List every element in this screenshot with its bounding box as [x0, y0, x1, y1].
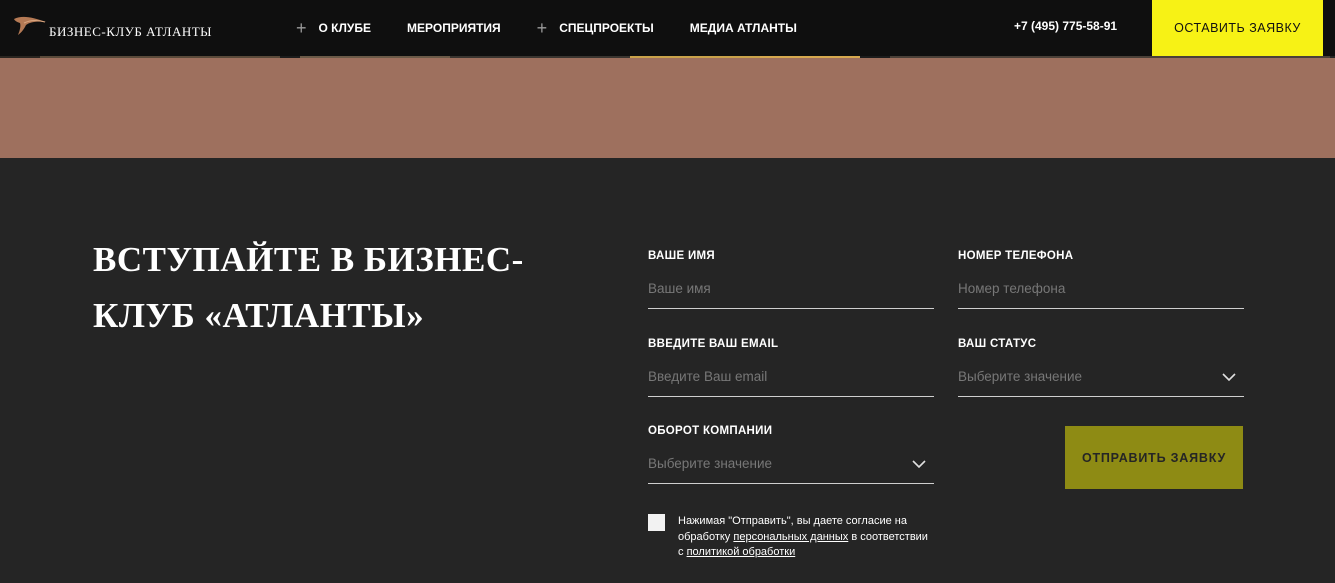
name-input[interactable]: Ваше имя	[648, 276, 934, 309]
nav-item-label: МЕДИА АТЛАНТЫ	[689, 21, 797, 35]
consent-checkbox[interactable]	[648, 514, 665, 531]
name-field: ВАШЕ ИМЯ Ваше имя	[648, 250, 934, 309]
submit-request-button[interactable]: ОТПРАВИТЬ ЗАЯВКУ	[1065, 426, 1243, 489]
consent-block: Нажимая "Отправить", вы даете согласие н…	[648, 514, 928, 561]
top-navigation-bar: БИЗНЕС-КЛУБ АТЛАНТЫ + О КЛУБЕ МЕРОПРИЯТИ…	[0, 0, 1335, 56]
phone-link[interactable]: +7 (495) 775-58-91	[1014, 19, 1117, 33]
status-label: ВАШ СТАТУС	[958, 338, 1037, 350]
nav-item-media[interactable]: МЕДИА АТЛАНТЫ	[690, 21, 797, 35]
phone-label: НОМЕР ТЕЛЕФОНА	[958, 250, 1074, 262]
main-nav: + О КЛУБЕ МЕРОПРИЯТИЯ + СПЕЦПРОЕКТЫ МЕДИ…	[296, 0, 833, 56]
consent-text: Нажимая "Отправить", вы даете согласие н…	[678, 514, 928, 561]
site-logo[interactable]: БИЗНЕС-КЛУБ АТЛАНТЫ	[12, 10, 212, 40]
turnover-field: ОБОРОТ КОМПАНИИ Выберите значение	[648, 425, 934, 484]
nav-item-label: СПЕЦПРОЕКТЫ	[559, 21, 654, 35]
email-label: ВВЕДИТЕ ВАШ EMAIL	[648, 338, 779, 350]
bird-logo-icon	[14, 16, 46, 35]
plus-icon: +	[536, 18, 548, 38]
leave-request-button[interactable]: ОСТАВИТЬ ЗАЯВКУ	[1152, 0, 1323, 56]
nav-item-events[interactable]: МЕРОПРИЯТИЯ	[407, 21, 501, 35]
processing-policy-link[interactable]: политикой обработки	[687, 546, 796, 558]
personal-data-link[interactable]: персональных данных	[733, 531, 848, 543]
chevron-down-icon	[912, 460, 926, 469]
email-input[interactable]: Введите Ваш email	[648, 364, 934, 397]
status-select[interactable]: Выберите значение	[958, 364, 1244, 397]
nav-item-about[interactable]: + О КЛУБЕ	[296, 19, 371, 37]
phone-input[interactable]: Номер телефона	[958, 276, 1244, 309]
nav-item-label: МЕРОПРИЯТИЯ	[407, 21, 501, 35]
logo-text: БИЗНЕС-КЛУБ АТЛАНТЫ	[49, 24, 213, 39]
phone-field: НОМЕР ТЕЛЕФОНА Номер телефона	[958, 250, 1244, 309]
turnover-select[interactable]: Выберите значение	[648, 451, 934, 484]
nav-item-label: О КЛУБЕ	[318, 21, 372, 35]
section-heading: ВСТУПАЙТЕ В БИЗНЕС-КЛУБ «АТЛАНТЫ»	[93, 240, 524, 335]
email-field: ВВЕДИТЕ ВАШ EMAIL Введите Ваш email	[648, 338, 934, 397]
name-label: ВАШЕ ИМЯ	[648, 250, 715, 262]
plus-icon: +	[296, 18, 307, 38]
nav-item-special-projects[interactable]: + СПЕЦПРОЕКТЫ	[537, 19, 654, 37]
banner-band	[0, 58, 1335, 158]
turnover-label: ОБОРОТ КОМПАНИИ	[648, 425, 773, 437]
status-select-value: Выберите значение	[958, 369, 1083, 384]
chevron-down-icon	[1222, 373, 1236, 382]
turnover-select-value: Выберите значение	[648, 456, 773, 471]
status-field: ВАШ СТАТУС Выберите значение	[958, 338, 1244, 397]
